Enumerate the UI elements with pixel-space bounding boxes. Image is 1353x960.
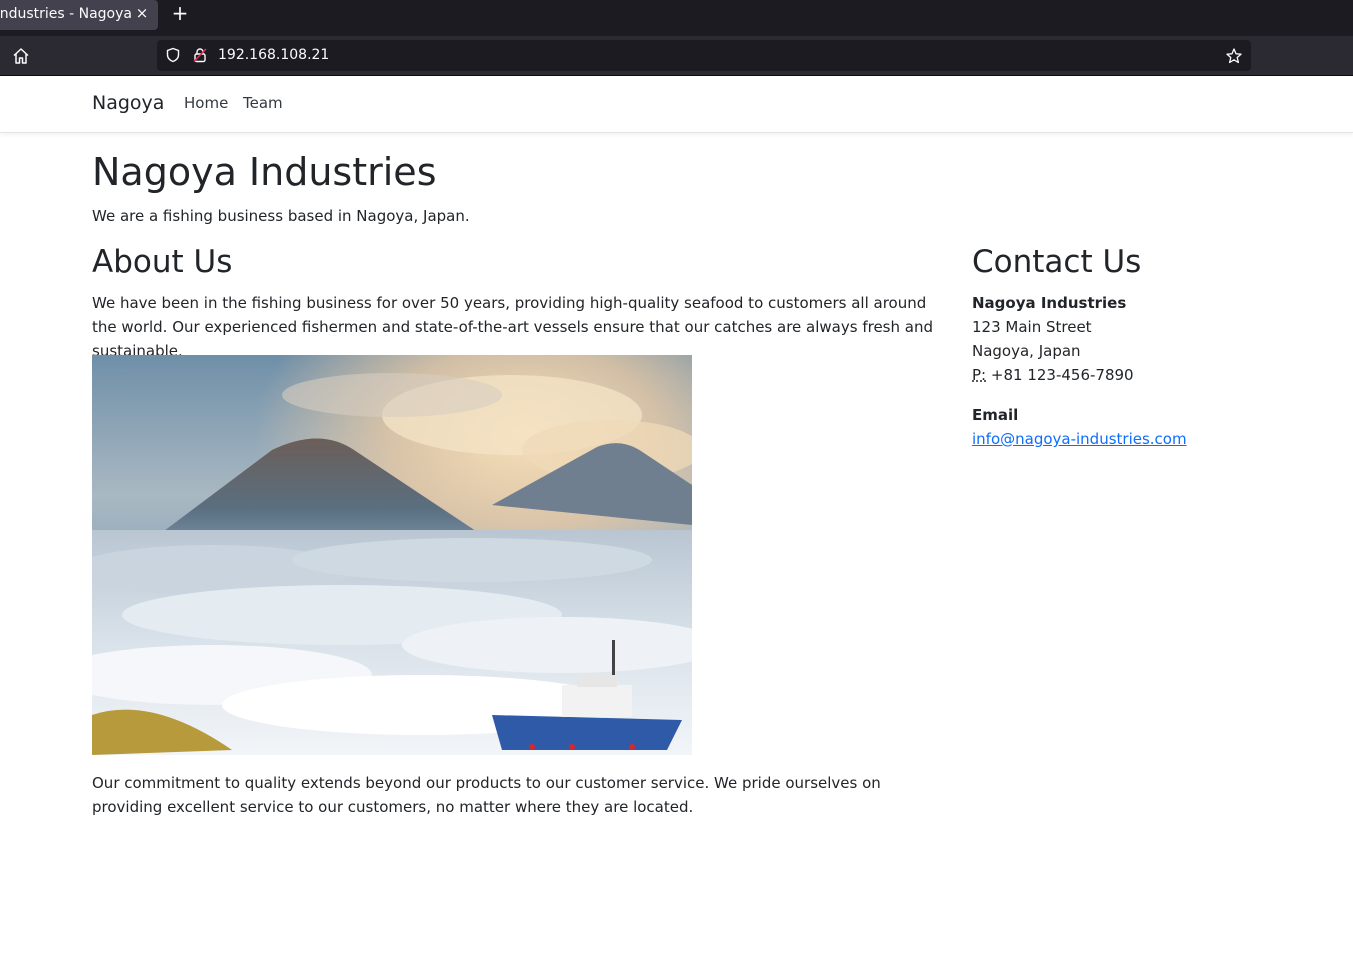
brand-link[interactable]: Nagoya (92, 92, 164, 114)
about-paragraph-2: Our commitment to quality extends beyond… (92, 774, 881, 816)
street-address: 123 Main Street (972, 318, 1092, 336)
city-address: Nagoya, Japan (972, 342, 1081, 360)
insecure-lock-icon[interactable] (192, 47, 208, 63)
about-paragraph: We have been in the fishing business for… (92, 294, 933, 360)
tab-title: Nagoya Industries - Nagoya (0, 6, 132, 22)
bookmark-star-icon[interactable] (1225, 47, 1243, 65)
phone-line: P: +81 123-456-7890 (972, 363, 1134, 387)
lead-text: We are a fishing business based in Nagoy… (92, 207, 470, 225)
contact-address: Nagoya Industries 123 Main Street Nagoya… (972, 291, 1134, 387)
url-text[interactable]: 192.168.108.21 (218, 47, 329, 63)
browser-tab[interactable]: Nagoya Industries - Nagoya × (0, 0, 158, 30)
email-block: Email info@nagoya-industries.com (972, 403, 1187, 451)
email-link[interactable]: info@nagoya-industries.com (972, 430, 1187, 448)
nav-home-link[interactable]: Home (184, 94, 228, 112)
new-tab-icon[interactable]: + (170, 2, 190, 24)
browser-tab-bar: Nagoya Industries - Nagoya × + (0, 0, 1353, 36)
site-navbar: Nagoya Home Team (0, 77, 1353, 133)
page-title: Nagoya Industries (92, 150, 437, 194)
shield-icon[interactable] (165, 47, 181, 63)
tab-close-icon[interactable]: × (134, 4, 150, 22)
home-icon[interactable] (10, 45, 32, 67)
browser-toolbar: 192.168.108.21 (0, 36, 1353, 76)
phone-label: P: (972, 366, 987, 384)
company-name: Nagoya Industries (972, 294, 1127, 312)
email-label: Email (972, 406, 1019, 424)
nav-team-link[interactable]: Team (243, 94, 283, 112)
contact-heading: Contact Us (972, 244, 1142, 280)
about-heading: About Us (92, 244, 233, 280)
phone-number: +81 123-456-7890 (990, 366, 1134, 384)
hero-image (92, 355, 692, 755)
url-bar[interactable]: 192.168.108.21 (157, 40, 1251, 71)
